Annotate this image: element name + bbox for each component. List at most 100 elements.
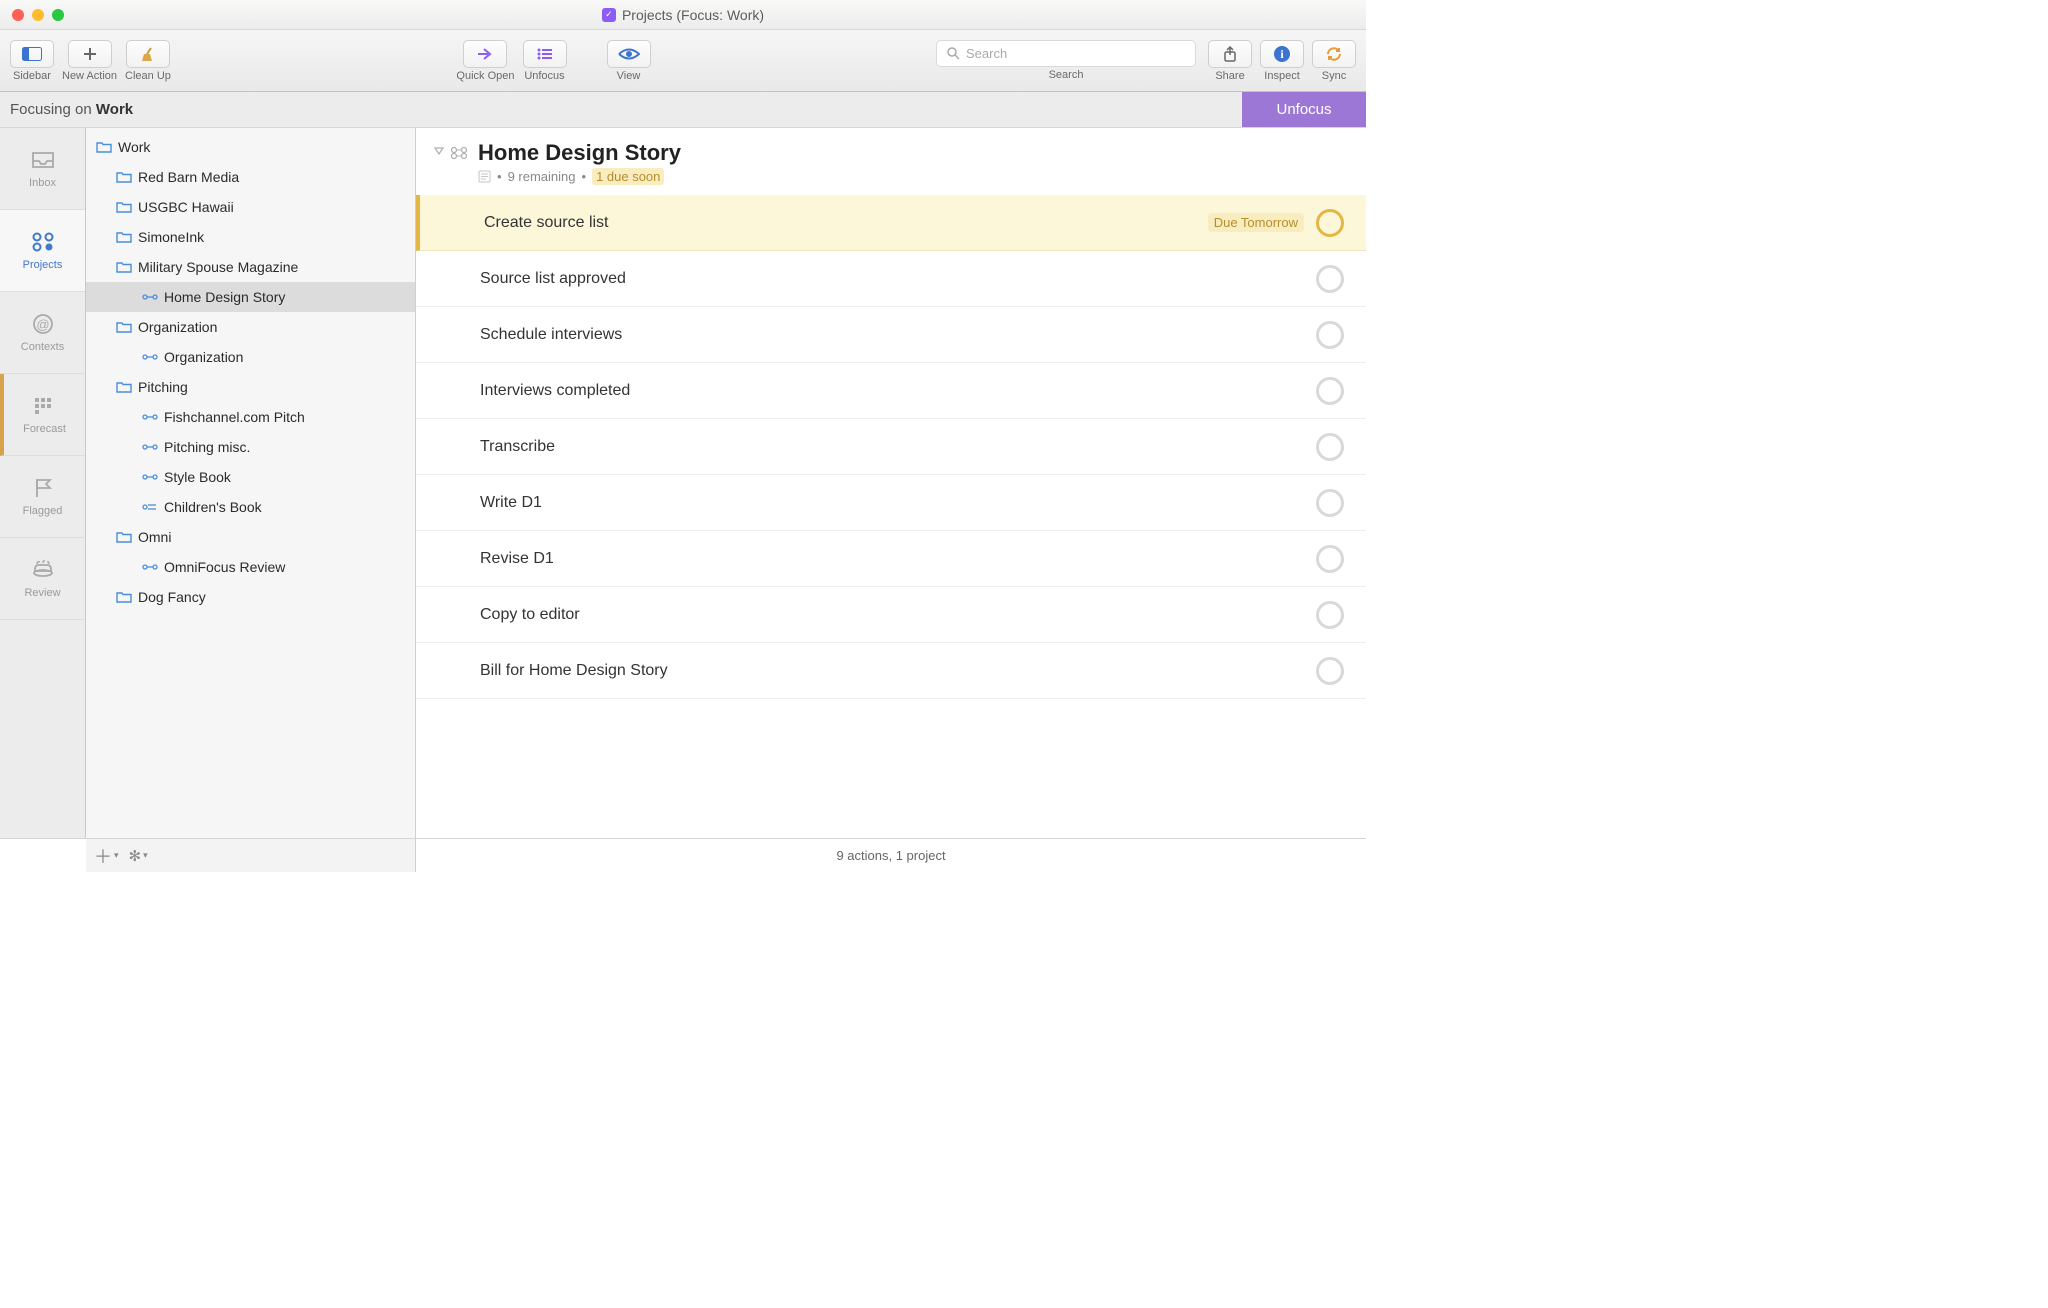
app-icon: ✓ [602, 8, 616, 22]
toolbar-label-search: Search [1049, 69, 1084, 81]
project-icon [142, 500, 158, 514]
sidebar-item[interactable]: Style Book [86, 462, 415, 492]
sidebar-item[interactable]: USGBC Hawaii [86, 192, 415, 222]
task-status-circle[interactable] [1316, 545, 1344, 573]
sidebar-item[interactable]: Pitching [86, 372, 415, 402]
window-close-button[interactable] [12, 9, 24, 21]
sidebar-item[interactable]: Organization [86, 312, 415, 342]
perspective-projects[interactable]: Projects [0, 210, 85, 292]
perspective-contexts[interactable]: @ Contexts [0, 292, 85, 374]
perspective-label: Forecast [23, 423, 66, 435]
task-status-circle[interactable] [1316, 377, 1344, 405]
task-status-circle[interactable] [1316, 489, 1344, 517]
folder-icon [116, 260, 132, 274]
task-status-circle[interactable] [1316, 601, 1344, 629]
sidebar-item[interactable]: Home Design Story [86, 282, 415, 312]
new-action-button[interactable] [68, 40, 112, 68]
task-row[interactable]: Source list approved [416, 251, 1366, 307]
task-row[interactable]: Write D1 [416, 475, 1366, 531]
disclosure-icon[interactable] [434, 146, 444, 156]
sidebar-item[interactable]: SimoneInk [86, 222, 415, 252]
sidebar-item[interactable]: Fishchannel.com Pitch [86, 402, 415, 432]
task-row[interactable]: Schedule interviews [416, 307, 1366, 363]
inbox-icon [29, 149, 57, 171]
perspective-rail: Inbox Projects @ Contexts Forecast Flagg… [0, 128, 86, 838]
folder-icon [116, 320, 132, 334]
sidebar-item[interactable]: Dog Fancy [86, 582, 415, 612]
folder-icon [116, 590, 132, 604]
sidebar-item[interactable]: Organization [86, 342, 415, 372]
focus-prefix: Focusing on [10, 101, 96, 118]
focus-target: Work [96, 101, 133, 118]
due-soon-badge: 1 due soon [592, 168, 664, 185]
perspective-flagged[interactable]: Flagged [0, 456, 85, 538]
task-title: Bill for Home Design Story [480, 662, 668, 680]
task-status-circle[interactable] [1316, 209, 1344, 237]
folder-icon [96, 140, 112, 154]
sync-button[interactable] [1312, 40, 1356, 68]
content-area: Home Design Story • 9 remaining • 1 due … [416, 128, 1366, 838]
sidebar-item[interactable]: Red Barn Media [86, 162, 415, 192]
project-icon [142, 560, 158, 574]
view-button[interactable] [607, 40, 651, 68]
clean-up-button[interactable] [126, 40, 170, 68]
perspective-label: Inbox [29, 177, 56, 189]
perspective-label: Flagged [23, 505, 63, 517]
sidebar-item[interactable]: Military Spouse Magazine [86, 252, 415, 282]
review-icon [29, 559, 57, 581]
toolbar: Sidebar New Action Clean Up Quick Open [0, 30, 1366, 92]
sidebar-item-label: Work [118, 139, 150, 155]
quick-open-icon [476, 47, 494, 61]
task-row[interactable]: Create source listDue Tomorrow [416, 195, 1366, 251]
share-button[interactable] [1208, 40, 1252, 68]
task-status-circle[interactable] [1316, 433, 1344, 461]
perspective-review[interactable]: Review [0, 538, 85, 620]
task-title: Revise D1 [480, 550, 554, 568]
sidebar-item-label: Organization [138, 319, 217, 335]
task-title: Copy to editor [480, 606, 580, 624]
sidebar-item[interactable]: OmniFocus Review [86, 552, 415, 582]
perspective-inbox[interactable]: Inbox [0, 128, 85, 210]
unfocus-toolbar-button[interactable] [523, 40, 567, 68]
task-row[interactable]: Copy to editor [416, 587, 1366, 643]
perspective-forecast[interactable]: Forecast [0, 374, 85, 456]
task-row[interactable]: Transcribe [416, 419, 1366, 475]
add-menu-button[interactable]: ＋▾ [94, 843, 119, 869]
sidebar-item-label: SimoneInk [138, 229, 204, 245]
project-icon [142, 290, 158, 304]
task-status-circle[interactable] [1316, 321, 1344, 349]
sidebar-item-label: Pitching misc. [164, 439, 250, 455]
quick-open-button[interactable] [463, 40, 507, 68]
search-input[interactable]: Search [936, 40, 1196, 67]
folder-icon [116, 200, 132, 214]
sidebar-item[interactable]: Omni [86, 522, 415, 552]
sidebar-toggle-button[interactable] [10, 40, 54, 68]
sidebar-item[interactable]: Children's Book [86, 492, 415, 522]
sidebar-item-label: USGBC Hawaii [138, 199, 234, 215]
window-minimize-button[interactable] [32, 9, 44, 21]
task-row[interactable]: Revise D1 [416, 531, 1366, 587]
toolbar-label-new-action: New Action [62, 70, 117, 82]
window-zoom-button[interactable] [52, 9, 64, 21]
sidebar-item-label: Red Barn Media [138, 169, 239, 185]
project-icon [142, 350, 158, 364]
unfocus-button[interactable]: Unfocus [1242, 92, 1366, 127]
task-status-circle[interactable] [1316, 657, 1344, 685]
info-icon: i [1273, 45, 1291, 63]
task-row[interactable]: Bill for Home Design Story [416, 643, 1366, 699]
sidebar-item[interactable]: Pitching misc. [86, 432, 415, 462]
sidebar-item[interactable]: Work [86, 132, 415, 162]
task-row[interactable]: Interviews completed [416, 363, 1366, 419]
sidebar-item-label: Style Book [164, 469, 231, 485]
folder-icon [116, 380, 132, 394]
task-status-circle[interactable] [1316, 265, 1344, 293]
remaining-count: 9 remaining [508, 169, 576, 184]
focus-bar: Focusing on Work Unfocus [0, 92, 1366, 128]
eye-icon [618, 47, 640, 61]
sidebar-item-label: Pitching [138, 379, 188, 395]
toolbar-label-share: Share [1215, 70, 1244, 82]
note-icon[interactable] [478, 170, 491, 183]
perspective-label: Contexts [21, 341, 64, 353]
inspect-button[interactable]: i [1260, 40, 1304, 68]
action-menu-button[interactable]: ✻▾ [129, 847, 148, 865]
